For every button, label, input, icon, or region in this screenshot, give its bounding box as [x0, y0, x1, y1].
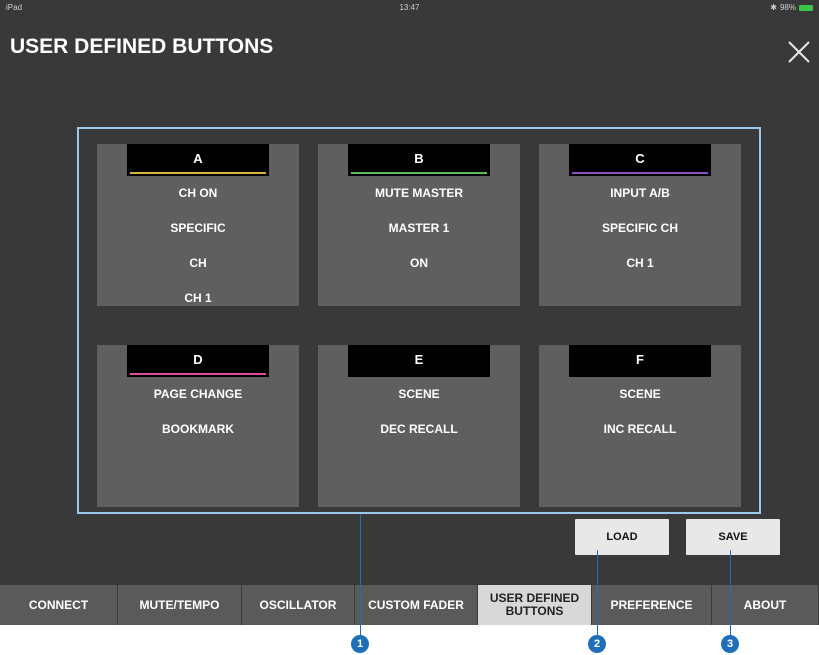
user-button-f[interactable]: F SCENE INC RECALL — [539, 345, 741, 507]
assignment-line — [97, 492, 299, 527]
assignment-line — [318, 457, 520, 492]
user-button-color-bar — [130, 373, 266, 375]
assignment-line: CH — [189, 256, 207, 270]
user-button-assignment: SCENE INC RECALL — [539, 387, 741, 527]
user-button-header: F — [569, 345, 711, 377]
user-button-color-bar — [572, 373, 708, 375]
user-button-e[interactable]: E SCENE DEC RECALL — [318, 345, 520, 507]
assignment-line — [539, 457, 741, 492]
assignment-line: ON — [410, 256, 428, 270]
user-button-color-bar — [130, 172, 266, 174]
assignment-line: DEC RECALL — [380, 422, 458, 436]
user-button-label: D — [193, 352, 203, 367]
load-button[interactable]: LOAD — [575, 519, 669, 555]
assignment-line — [318, 492, 520, 527]
save-button[interactable]: SAVE — [686, 519, 780, 555]
page-title: USER DEFINED BUTTONS — [10, 35, 274, 58]
assignment-line — [318, 291, 520, 326]
callout-2: 2 — [588, 635, 606, 653]
assignment-line: MUTE MASTER — [375, 186, 463, 200]
user-button-d[interactable]: D PAGE CHANGE BOOKMARK — [97, 345, 299, 507]
callout-line-1 — [360, 514, 361, 641]
assignment-line: BOOKMARK — [162, 422, 234, 436]
tab-preference[interactable]: PREFERENCE — [592, 585, 712, 625]
callout-1: 1 — [351, 635, 369, 653]
assignment-line: INC RECALL — [603, 422, 677, 436]
user-button-color-bar — [572, 172, 708, 174]
tab-oscillator[interactable]: OSCILLATOR — [242, 585, 355, 625]
user-button-label: F — [636, 352, 644, 367]
user-button-label: C — [635, 151, 645, 166]
user-button-header: A — [127, 144, 269, 176]
assignment-line — [539, 291, 741, 326]
tab-user-defined-buttons[interactable]: USER DEFINED BUTTONS — [478, 585, 592, 625]
user-button-assignment: MUTE MASTER MASTER 1 ON — [318, 186, 520, 326]
user-button-assignment: INPUT A/B SPECIFIC CH CH 1 — [539, 186, 741, 326]
battery-percent: 98% — [779, 3, 796, 12]
user-button-header: B — [348, 144, 490, 176]
assignment-line: PAGE CHANGE — [153, 387, 243, 401]
battery-icon — [799, 4, 813, 11]
user-button-label: B — [414, 151, 424, 166]
user-button-b[interactable]: B MUTE MASTER MASTER 1 ON — [318, 144, 520, 306]
user-button-a[interactable]: A CH ON SPECIFIC CH CH 1 — [97, 144, 299, 306]
status-bar: iPad 13:47 ✱ 98% — [0, 0, 819, 16]
user-button-header: E — [348, 345, 490, 377]
assignment-line: SCENE — [619, 387, 661, 401]
callout-line-3 — [730, 550, 731, 641]
user-button-header: D — [127, 345, 269, 377]
user-button-color-bar — [351, 172, 487, 174]
assignment-line: SCENE — [398, 387, 440, 401]
app-screen: iPad 13:47 ✱ 98% USER DEFINED BUTTONS A C… — [0, 0, 819, 625]
bluetooth-icon: ✱ — [770, 3, 777, 12]
user-button-c[interactable]: C INPUT A/B SPECIFIC CH CH 1 — [539, 144, 741, 306]
user-button-label: E — [414, 352, 424, 367]
tab-about[interactable]: ABOUT — [712, 585, 819, 625]
callout-3: 3 — [721, 635, 739, 653]
close-icon[interactable] — [787, 40, 811, 64]
tab-mute-tempo[interactable]: MUTE/TEMPO — [118, 585, 242, 625]
assignment-line — [97, 457, 299, 492]
user-button-color-bar — [351, 373, 487, 375]
assignment-line: CH 1 — [626, 256, 654, 270]
user-button-assignment: PAGE CHANGE BOOKMARK — [97, 387, 299, 527]
tab-bar: CONNECT MUTE/TEMPO OSCILLATOR CUSTOM FADER U… — [0, 585, 819, 625]
assignment-line: SPECIFIC — [170, 221, 226, 235]
tab-custom-fader[interactable]: CUSTOM FADER — [355, 585, 478, 625]
clock: 13:47 — [399, 3, 420, 12]
user-button-assignment: CH ON SPECIFIC CH CH 1 — [97, 186, 299, 326]
user-button-label: A — [193, 151, 203, 166]
assignment-line: CH ON — [178, 186, 218, 200]
assignment-line: MASTER 1 — [388, 221, 450, 235]
battery-status: ✱ 98% — [770, 3, 813, 12]
tab-connect[interactable]: CONNECT — [0, 585, 118, 625]
assignment-line: CH 1 — [184, 291, 212, 305]
assignment-line: INPUT A/B — [610, 186, 670, 200]
assignment-line: SPECIFIC CH — [601, 221, 678, 235]
callout-line-2 — [597, 550, 598, 641]
user-button-header: C — [569, 144, 711, 176]
user-button-assignment: SCENE DEC RECALL — [318, 387, 520, 527]
